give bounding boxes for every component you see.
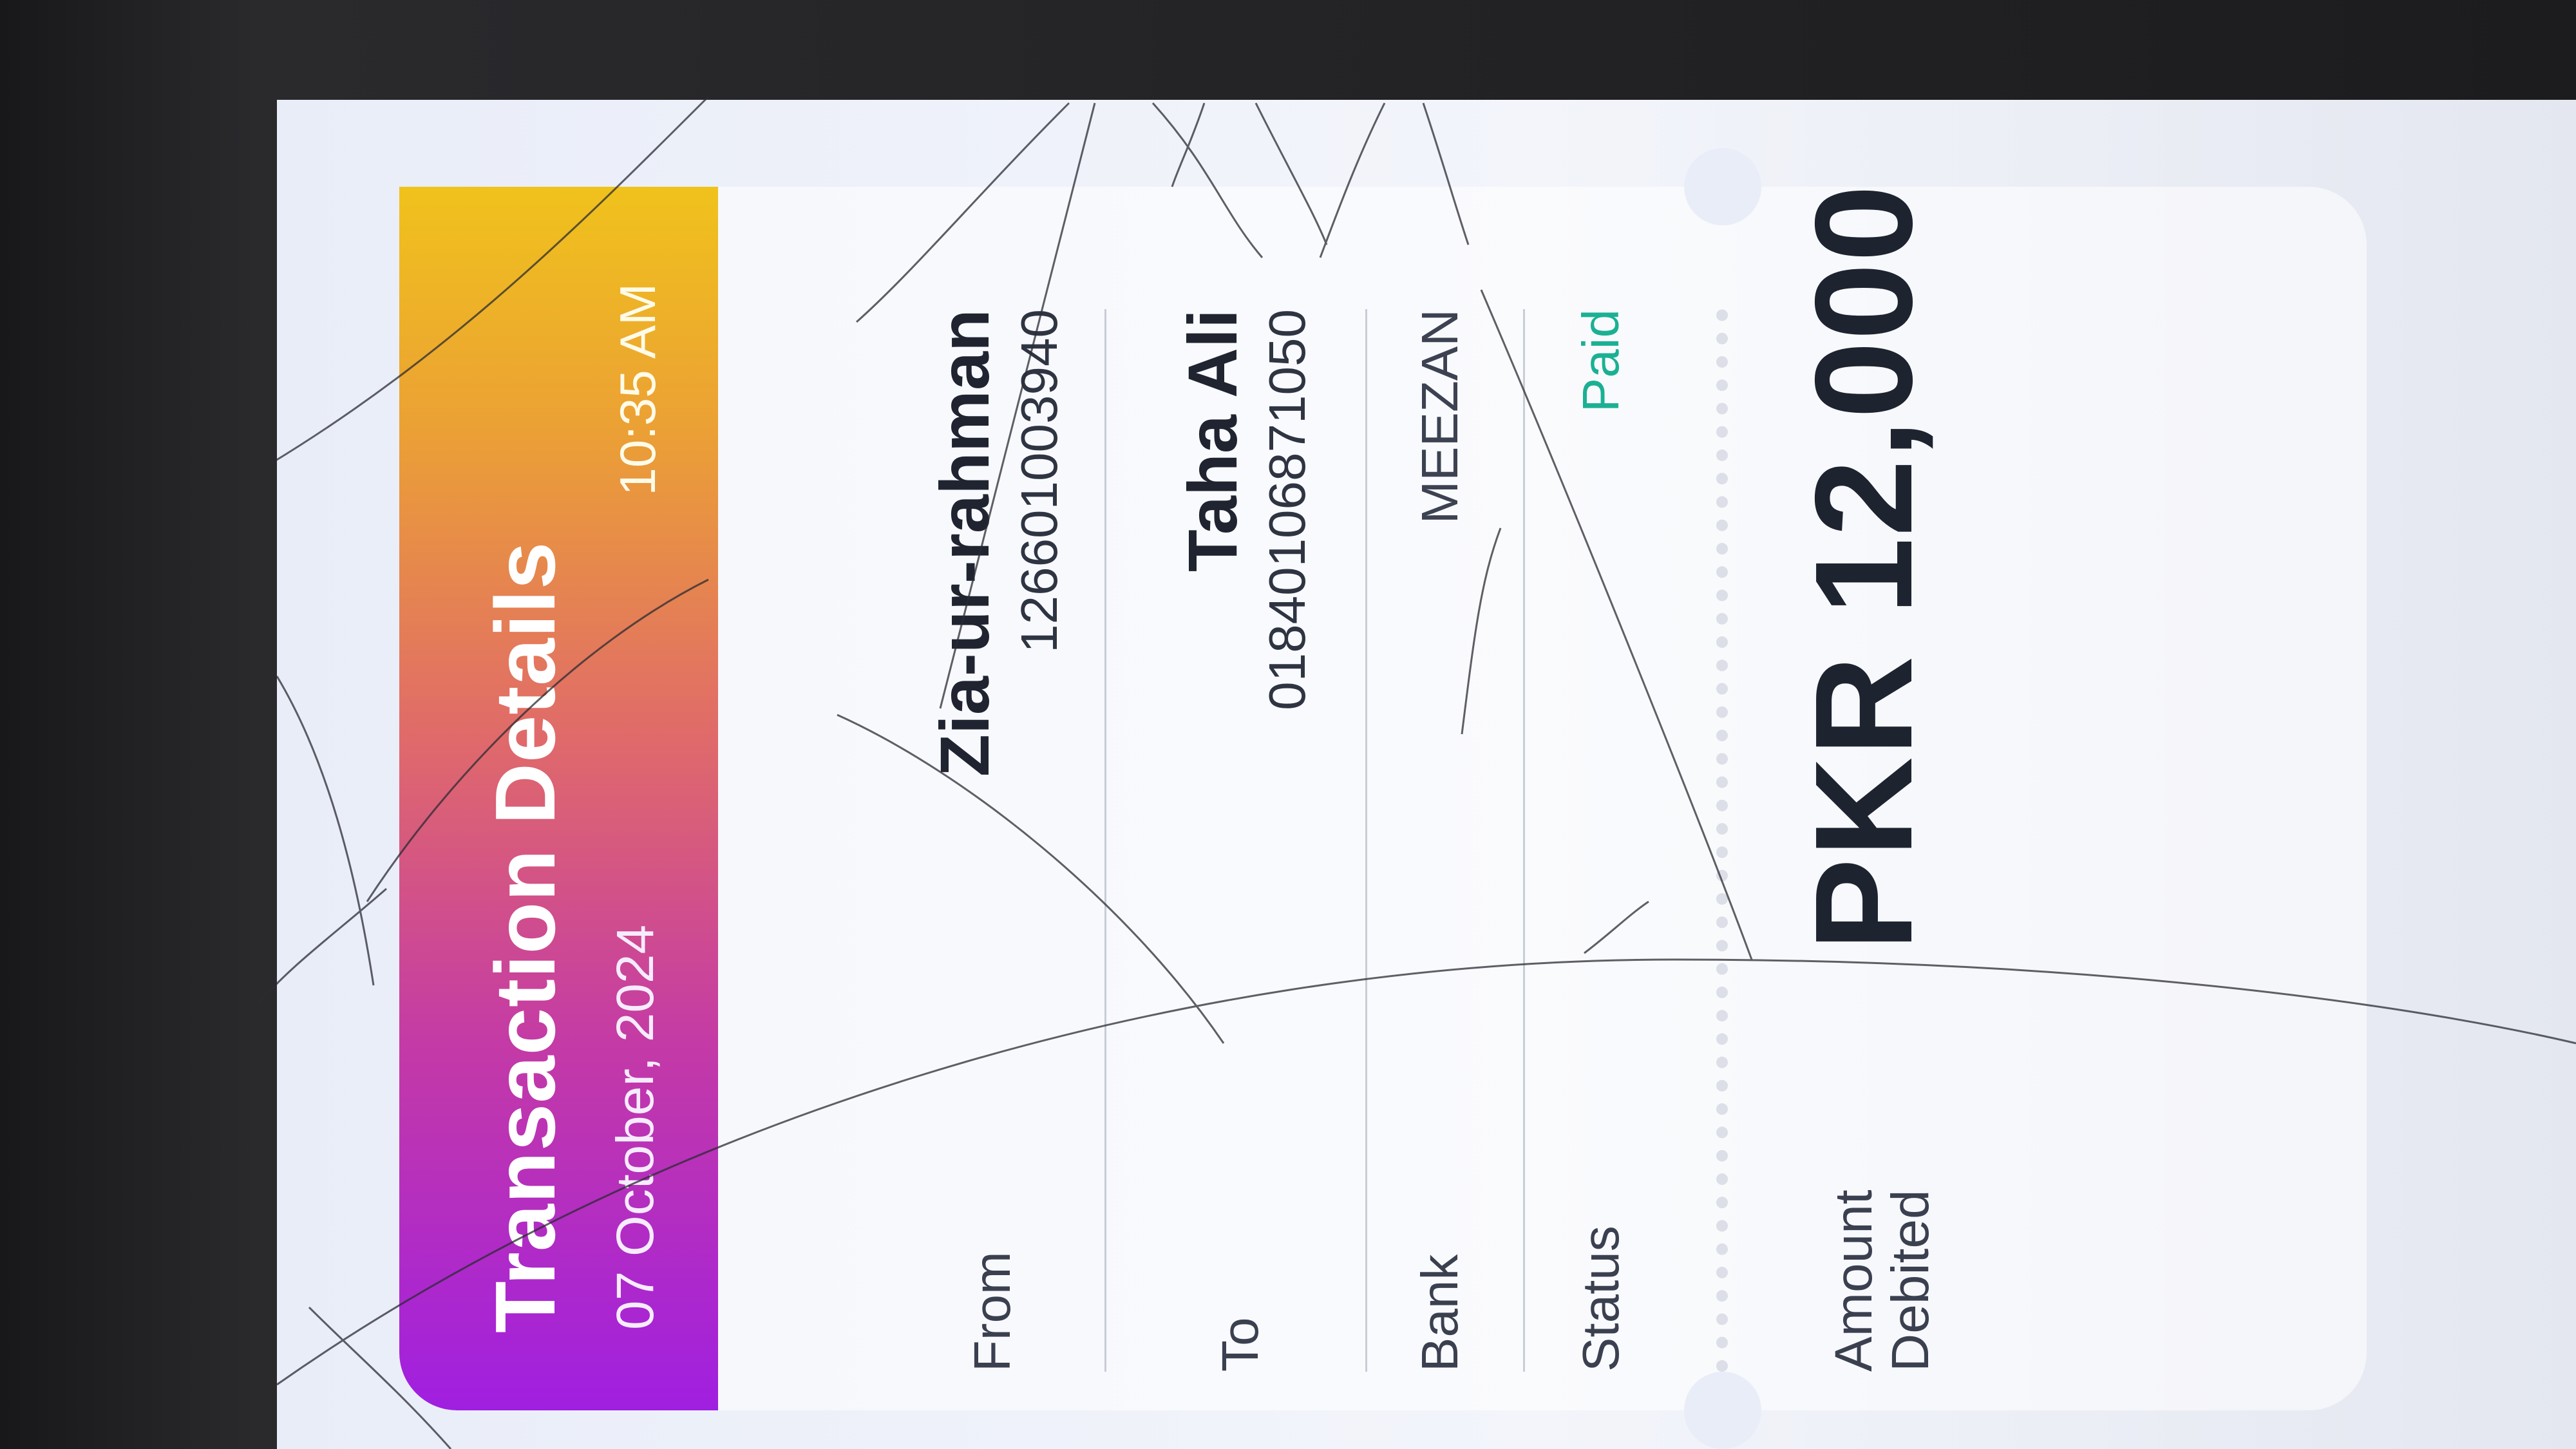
ticket-notch-right	[1684, 148, 1761, 225]
from-label: From	[963, 1251, 1021, 1372]
bank-row: Bank MEEZAN	[1410, 309, 1488, 1372]
bank-value: MEEZAN	[1411, 309, 1468, 524]
divider	[1104, 309, 1106, 1372]
transaction-header: Transaction Details 07 October, 2024 10:…	[399, 187, 718, 1410]
from-account: 126601003940	[1010, 309, 1068, 653]
to-row: To Taha Ali 01840106871050	[1172, 309, 1327, 1372]
amount-label: Amount Debited	[1824, 1189, 1940, 1372]
status-row: Status Paid	[1571, 309, 1649, 1372]
dotted-separator	[1716, 309, 1728, 1372]
photo-background: Transaction Details 07 October, 2024 10:…	[0, 0, 2576, 1449]
page-title: Transaction Details	[478, 541, 573, 1333]
to-label: To	[1211, 1317, 1269, 1372]
status-badge: Paid	[1572, 309, 1629, 413]
divider	[1365, 309, 1367, 1372]
to-account: 01840106871050	[1258, 309, 1316, 710]
amount-label-line1: Amount	[1824, 1189, 1883, 1372]
ticket-notch-left	[1684, 1372, 1761, 1449]
transaction-date: 07 October, 2024	[606, 924, 665, 1330]
transaction-screen: Transaction Details 07 October, 2024 10:…	[277, 100, 2576, 1449]
amount-value: PKR 12,000	[1786, 184, 1941, 951]
status-label: Status	[1572, 1226, 1629, 1372]
from-value: Zia-ur-rahman 126601003940	[924, 309, 1069, 777]
divider	[1523, 309, 1525, 1372]
to-value: Taha Ali 01840106871050	[1172, 309, 1317, 710]
phone-screen: Transaction Details 07 October, 2024 10:…	[277, 100, 2576, 1449]
from-name: Zia-ur-rahman	[925, 309, 1003, 777]
transaction-time: 10:35 AM	[609, 283, 666, 496]
amount-label-line2: Debited	[1881, 1189, 1940, 1372]
from-row: From Zia-ur-rahman 126601003940	[924, 309, 1079, 1372]
bank-label: Bank	[1411, 1254, 1468, 1372]
to-name: Taha Ali	[1173, 309, 1251, 573]
